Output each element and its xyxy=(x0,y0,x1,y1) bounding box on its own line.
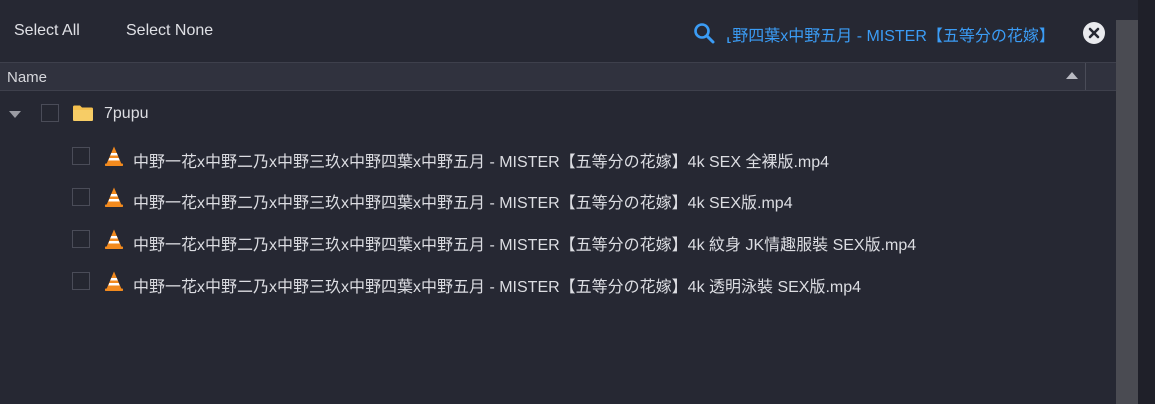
file-label: 中野一花x中野二乃x中野三玖x中野四葉x中野五月 - MISTER【五等分の花嫁… xyxy=(133,154,830,171)
scrollbar-gap xyxy=(1116,0,1138,20)
clear-search-button[interactable] xyxy=(1083,22,1105,44)
column-divider[interactable] xyxy=(1085,63,1086,90)
vlc-icon xyxy=(105,229,123,249)
file-checkbox[interactable] xyxy=(72,230,90,248)
file-row[interactable]: 中野一花x中野二乃x中野三玖x中野四葉x中野五月 - MISTER【五等分の花嫁… xyxy=(0,261,1100,301)
tree-folder-row[interactable]: 7pupu xyxy=(0,94,1100,134)
search-icon[interactable] xyxy=(692,21,716,45)
folder-label: 7pupu xyxy=(104,105,149,122)
close-icon xyxy=(1088,27,1100,39)
vertical-scrollbar[interactable] xyxy=(1116,20,1138,404)
select-all-button[interactable]: Select All xyxy=(14,22,80,40)
file-row[interactable]: 中野一花x中野二乃x中野三玖x中野四葉x中野五月 - MISTER【五等分の花嫁… xyxy=(0,177,1100,217)
folder-icon xyxy=(73,105,93,121)
expand-chevron-icon[interactable] xyxy=(9,111,21,118)
file-label: 中野一花x中野二乃x中野三玖x中野四葉x中野五月 - MISTER【五等分の花嫁… xyxy=(133,279,862,296)
window-edge xyxy=(1138,0,1155,404)
folder-checkbox[interactable] xyxy=(41,104,59,122)
file-checkbox[interactable] xyxy=(72,147,90,165)
search-input[interactable]: ⸤野四葉x中野五月 - MISTER【五等分の花嫁】 xyxy=(726,22,1066,46)
file-checkbox[interactable] xyxy=(72,272,90,290)
vlc-icon xyxy=(105,187,123,207)
vlc-icon xyxy=(105,146,123,166)
file-checkbox[interactable] xyxy=(72,188,90,206)
file-row[interactable]: 中野一花x中野二乃x中野三玖x中野四葉x中野五月 - MISTER【五等分の花嫁… xyxy=(0,136,1100,176)
column-header: Name xyxy=(0,62,1116,91)
column-name-header[interactable]: Name xyxy=(7,69,47,86)
toolbar: Select All Select None ⸤野四葉x中野五月 - MISTE… xyxy=(0,0,1116,62)
sort-ascending-icon[interactable] xyxy=(1066,72,1078,79)
file-label: 中野一花x中野二乃x中野三玖x中野四葉x中野五月 - MISTER【五等分の花嫁… xyxy=(133,195,793,212)
select-none-button[interactable]: Select None xyxy=(126,22,213,40)
file-selection-panel: Select All Select None ⸤野四葉x中野五月 - MISTE… xyxy=(0,0,1155,404)
vlc-icon xyxy=(105,271,123,291)
file-row[interactable]: 中野一花x中野二乃x中野三玖x中野四葉x中野五月 - MISTER【五等分の花嫁… xyxy=(0,219,1100,259)
file-label: 中野一花x中野二乃x中野三玖x中野四葉x中野五月 - MISTER【五等分の花嫁… xyxy=(133,237,917,254)
